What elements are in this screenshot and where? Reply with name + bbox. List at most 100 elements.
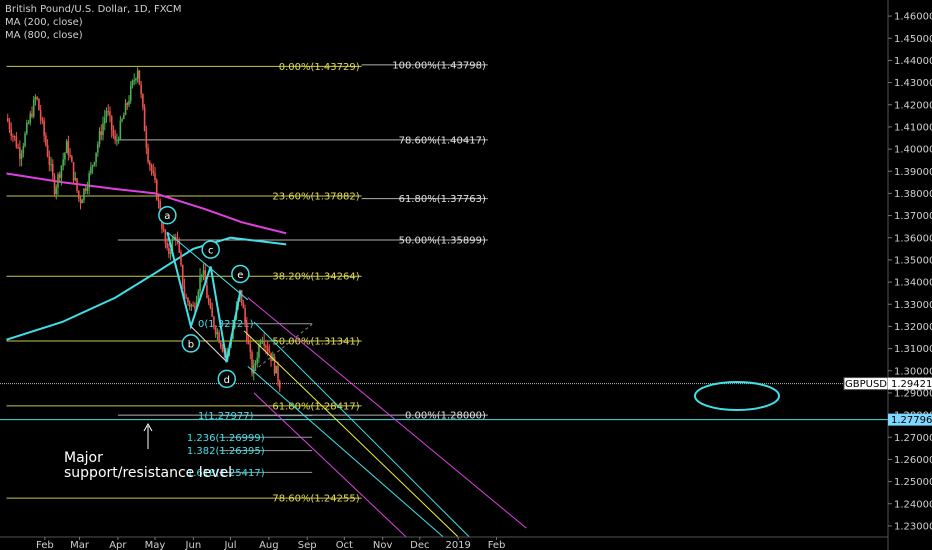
candle-body — [39, 110, 42, 120]
time-tick-label: Aug — [259, 540, 279, 550]
candle-body — [166, 242, 168, 248]
candle-body — [157, 199, 160, 202]
candle-body — [185, 297, 187, 299]
candle-body — [57, 174, 59, 188]
candle-body — [188, 302, 191, 307]
candle-body — [149, 161, 151, 166]
candle-body — [81, 199, 84, 204]
fib-level-label: 38.20%(1.34264) — [272, 272, 359, 283]
price-tick-label: 1.30000 — [894, 366, 932, 377]
candle-body — [79, 198, 82, 204]
price-tick-label: 1.36000 — [894, 233, 932, 244]
fib-level-label: 78.60%(1.24255) — [272, 494, 359, 505]
candle-body — [19, 147, 21, 159]
candle-body — [114, 135, 116, 141]
candle-body — [112, 130, 115, 136]
time-tick-label: Oct — [336, 540, 353, 550]
candle-body — [147, 147, 149, 162]
ma-200-legend: MA (200, close) — [5, 17, 83, 28]
time-tick-label: Dec — [410, 540, 429, 550]
candle-body — [121, 119, 123, 121]
wave-label-d: d — [224, 375, 230, 386]
candle-body — [131, 80, 134, 86]
candle-body — [207, 297, 210, 303]
time-tick-label: May — [145, 540, 166, 550]
candle-body — [53, 175, 56, 195]
price-tick-label: 1.38000 — [894, 189, 932, 200]
candle-body — [142, 94, 144, 108]
candle-body — [93, 162, 96, 166]
price-tick-label: 1.33000 — [894, 300, 932, 311]
candle-body — [34, 97, 37, 100]
fib-level-label: 61.80%(1.37763) — [399, 194, 486, 205]
price-tick-label: 1.27000 — [894, 433, 932, 444]
candle-body — [13, 136, 16, 138]
candle-body — [17, 147, 19, 149]
candle-body — [261, 340, 264, 343]
candle-body — [126, 103, 129, 105]
candle-body — [41, 119, 44, 121]
candle-body — [50, 164, 52, 166]
annotation-line-2: support/resistance level — [64, 465, 232, 481]
candle-body — [244, 308, 246, 323]
candle-body — [135, 78, 137, 81]
candle-body — [51, 164, 54, 176]
candle-body — [140, 84, 142, 95]
candle-body — [278, 381, 281, 389]
price-tick-label: 1.43000 — [894, 78, 932, 89]
candle-body — [259, 342, 262, 344]
price-tick-label: 1.23000 — [894, 521, 932, 532]
candle-body — [249, 343, 252, 353]
candle-body — [187, 297, 189, 303]
candle-body — [265, 345, 267, 347]
wave-label-c: c — [208, 246, 214, 257]
candle-body — [90, 167, 92, 174]
candle-body — [12, 135, 14, 137]
candle-body — [164, 230, 167, 243]
candle-body — [143, 107, 146, 132]
extension-level-label: 1.236(1.26999) — [187, 433, 265, 444]
symbol-title: British Pound/U.S. Dollar, 1D, FXCM — [5, 4, 182, 15]
candle-body — [206, 285, 208, 298]
candle-body — [72, 162, 75, 181]
candle-body — [145, 131, 148, 148]
wave-label-a: a — [164, 211, 170, 222]
candle-body — [20, 153, 23, 159]
candle-body — [45, 135, 47, 145]
time-tick-label: 2019 — [445, 540, 470, 550]
fib-level-label: 50.00%(1.31341) — [272, 337, 359, 348]
time-tick-label: Sep — [298, 540, 317, 550]
candle-body — [199, 275, 201, 292]
candle-body — [214, 327, 217, 335]
candle-body — [107, 111, 110, 113]
candle-body — [136, 70, 139, 79]
fib-level-label: 78.60%(1.40417) — [399, 135, 486, 146]
candle-body — [31, 113, 33, 117]
price-tick-label: 1.44000 — [894, 56, 932, 67]
candle-body — [24, 133, 26, 147]
candle-body — [38, 98, 40, 111]
candle-body — [128, 100, 130, 105]
time-tick-label: Jun — [185, 540, 202, 550]
candle-body — [97, 144, 99, 153]
candle-body — [60, 165, 63, 178]
candle-body — [211, 308, 213, 317]
candle-body — [58, 174, 61, 178]
wave-label-b: b — [188, 339, 194, 350]
candle-body — [29, 113, 32, 123]
annotation-line-1: Major — [64, 450, 103, 466]
candle-body — [55, 187, 58, 195]
wave-label-e: e — [237, 270, 243, 281]
candle-body — [209, 302, 212, 309]
candle-body — [138, 70, 141, 85]
candle-body — [46, 144, 49, 157]
candle-body — [168, 247, 170, 254]
symbol-badge-label: GBPUSD — [845, 379, 887, 390]
candle-body — [246, 322, 248, 342]
candle-body — [263, 340, 265, 346]
candle-body — [277, 365, 279, 382]
price-tick-label: 1.25000 — [894, 477, 932, 488]
candle-body — [6, 118, 9, 122]
time-tick-label: Mar — [70, 540, 90, 550]
price-tick-label: 1.42000 — [894, 100, 932, 111]
